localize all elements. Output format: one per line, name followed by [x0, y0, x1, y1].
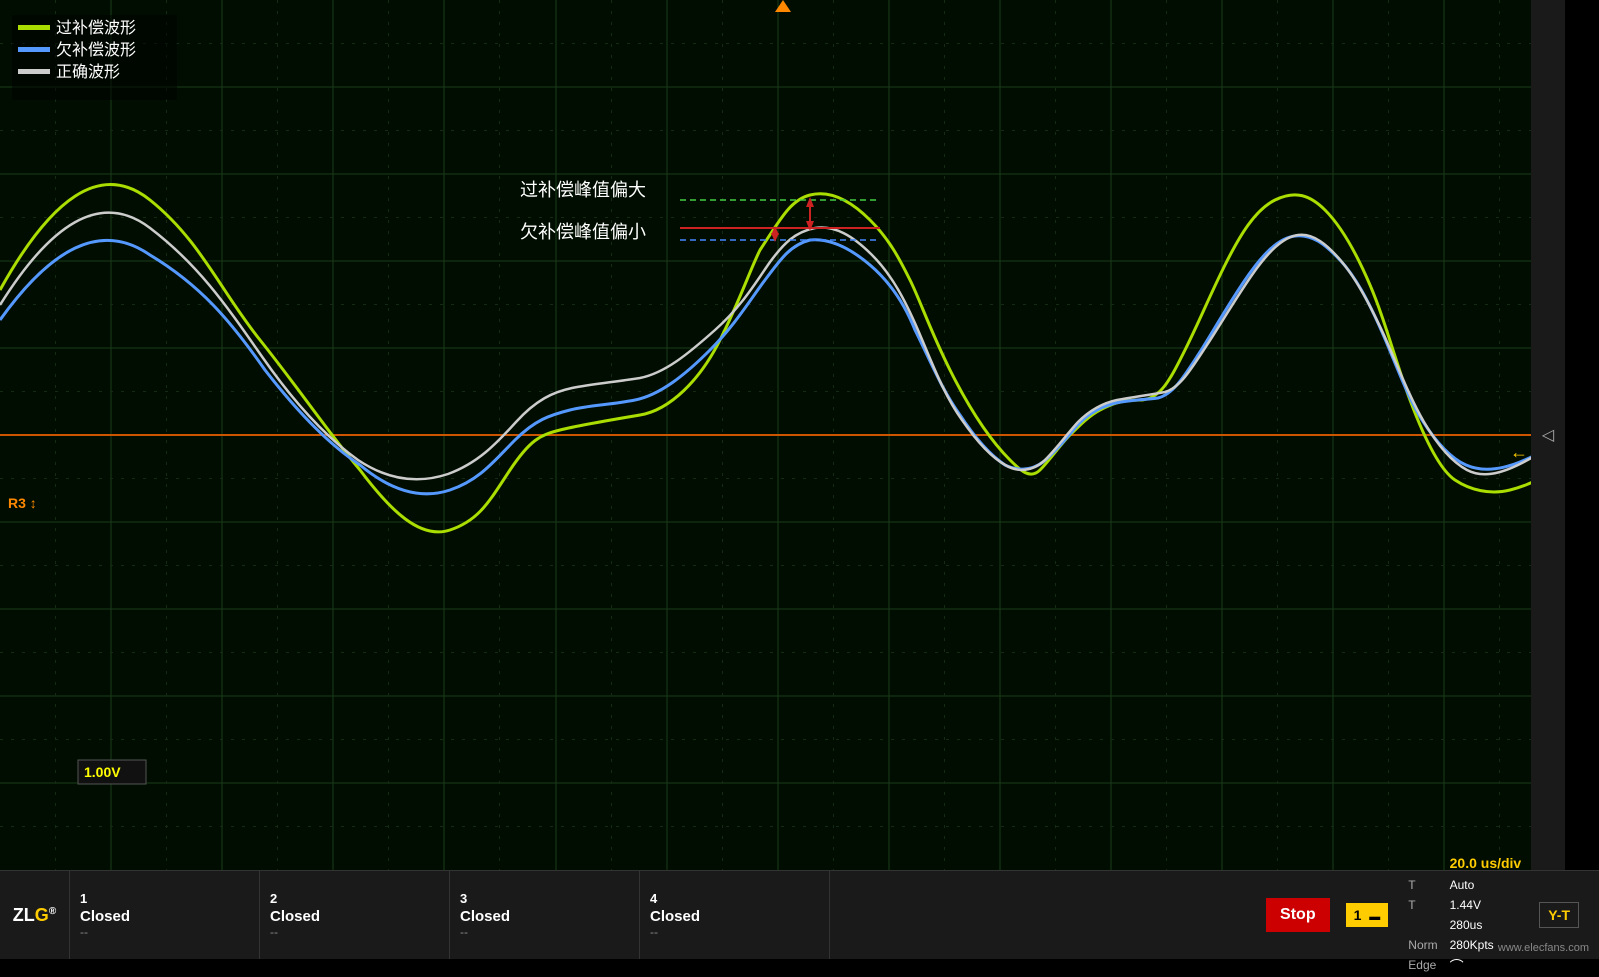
svg-text:欠补偿峰值偏小: 欠补偿峰值偏小 [520, 222, 646, 242]
sidebar-panel[interactable]: ◁ [1531, 0, 1565, 870]
channel-3-status: Closed [460, 908, 510, 925]
sidebar-arrow-icon[interactable]: ◁ [1542, 425, 1554, 445]
website-watermark: www.elecfans.com [1498, 942, 1589, 954]
channel-1-group[interactable]: 1 Closed -- [70, 871, 260, 959]
edge-icon: ⌒ [1450, 956, 1522, 977]
channel-3-number: 3 [460, 891, 467, 906]
channel-4-number: 4 [650, 891, 657, 906]
svg-text:欠补偿波形: 欠补偿波形 [56, 41, 136, 59]
yt-label: Y-T [1539, 902, 1579, 928]
logo-area: ZLG® [0, 871, 70, 959]
channel-1-number: 1 [80, 891, 87, 906]
channel-2-status: Closed [270, 908, 320, 925]
channel-4-dash: -- [650, 925, 658, 939]
oscilloscope-screen: 过补偿峰值偏大 欠补偿峰值偏小 ← T R3 ↕ 1.00V 过补偿波形 欠补偿… [0, 0, 1565, 870]
channel-indicator: 1 ▬ [1346, 903, 1389, 927]
time-value: 280us [1450, 916, 1522, 934]
voltage-value: 1.44V [1450, 896, 1522, 914]
channel-2-dash: -- [270, 925, 278, 939]
channel-4-status: Closed [650, 908, 700, 925]
trigger-label: T [1408, 876, 1437, 894]
channel-1-status: Closed [80, 908, 130, 925]
status-bar: ZLG® 1 Closed -- 2 Closed -- 3 Closed -- [0, 870, 1599, 959]
svg-text:过补偿波形: 过补偿波形 [56, 19, 136, 37]
channel-4-group[interactable]: 4 Closed -- [640, 871, 830, 959]
channel-2-group[interactable]: 2 Closed -- [260, 871, 450, 959]
channel-3-dash: -- [460, 925, 468, 939]
timescale-label [1408, 853, 1437, 874]
svg-text:1.00V: 1.00V [84, 764, 121, 780]
auto-label: Auto [1450, 876, 1522, 894]
zlg-logo: ZLG® [13, 905, 56, 926]
oscilloscope-display: 过补偿峰值偏大 欠补偿峰值偏小 ← T R3 ↕ 1.00V 过补偿波形 欠补偿… [0, 0, 1599, 959]
norm-label: Norm [1408, 936, 1437, 954]
edge-label: Edge [1408, 956, 1437, 977]
channel-3-group[interactable]: 3 Closed -- [450, 871, 640, 959]
svg-text:过补偿峰值偏大: 过补偿峰值偏大 [520, 180, 646, 200]
display-area: 过补偿峰值偏大 欠补偿峰值偏小 ← T R3 ↕ 1.00V 过补偿波形 欠补偿… [0, 0, 1565, 870]
time-label [1408, 916, 1437, 934]
svg-text:正确波形: 正确波形 [56, 63, 120, 81]
channel-1-dash: -- [80, 925, 88, 939]
stop-button[interactable]: Stop [1266, 898, 1330, 932]
timescale-value: 20.0 us/div [1450, 853, 1522, 874]
svg-text:R3 ↕: R3 ↕ [8, 495, 37, 511]
voltage-label: T [1408, 896, 1437, 914]
channel-2-number: 2 [270, 891, 277, 906]
